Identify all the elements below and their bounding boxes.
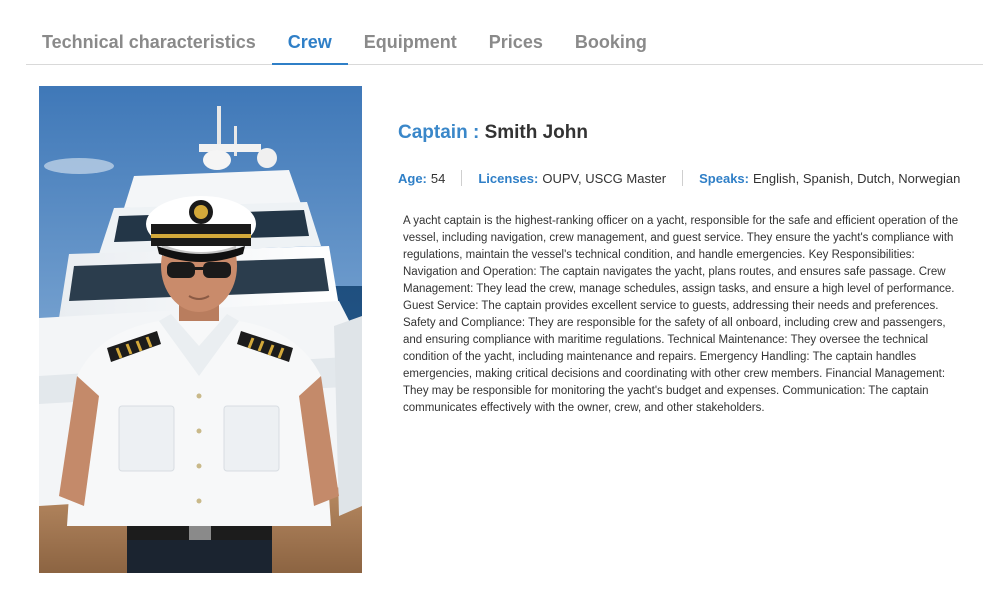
captain-photo bbox=[39, 86, 362, 573]
age-field: Age: 54 bbox=[398, 171, 445, 186]
crew-description: A yacht captain is the highest-ranking o… bbox=[403, 215, 959, 414]
speaks-label: Speaks: bbox=[699, 170, 749, 186]
crew-member-title: Captain : Smith John bbox=[398, 122, 968, 144]
crew-member-details: Captain : Smith John Age: 54 Licenses: O… bbox=[398, 122, 968, 417]
age-value: 54 bbox=[430, 170, 446, 186]
meta-divider bbox=[461, 170, 463, 186]
meta-divider bbox=[682, 170, 684, 186]
tab-technical-characteristics[interactable]: Technical characteristics bbox=[26, 14, 272, 64]
licenses-label: Licenses: bbox=[478, 170, 539, 186]
crew-meta: Age: 54 Licenses: OUPV, USCG Master Spea… bbox=[398, 170, 968, 186]
age-label: Age: bbox=[398, 170, 427, 186]
licenses-value: OUPV, USCG Master bbox=[542, 170, 667, 186]
tab-crew[interactable]: Crew bbox=[271, 14, 348, 65]
tab-bar: Technical characteristics Crew Equipment… bbox=[26, 14, 983, 65]
tab-equipment[interactable]: Equipment bbox=[348, 14, 473, 64]
tab-booking[interactable]: Booking bbox=[559, 14, 663, 64]
tab-prices[interactable]: Prices bbox=[473, 14, 559, 64]
speaks-field: Speaks: English, Spanish, Dutch, Norwegi… bbox=[699, 171, 960, 186]
speaks-value: English, Spanish, Dutch, Norwegian bbox=[753, 170, 961, 186]
crew-name: Smith John bbox=[484, 122, 589, 143]
crew-role: Captain : bbox=[398, 122, 480, 143]
licenses-field: Licenses: OUPV, USCG Master bbox=[478, 171, 666, 186]
